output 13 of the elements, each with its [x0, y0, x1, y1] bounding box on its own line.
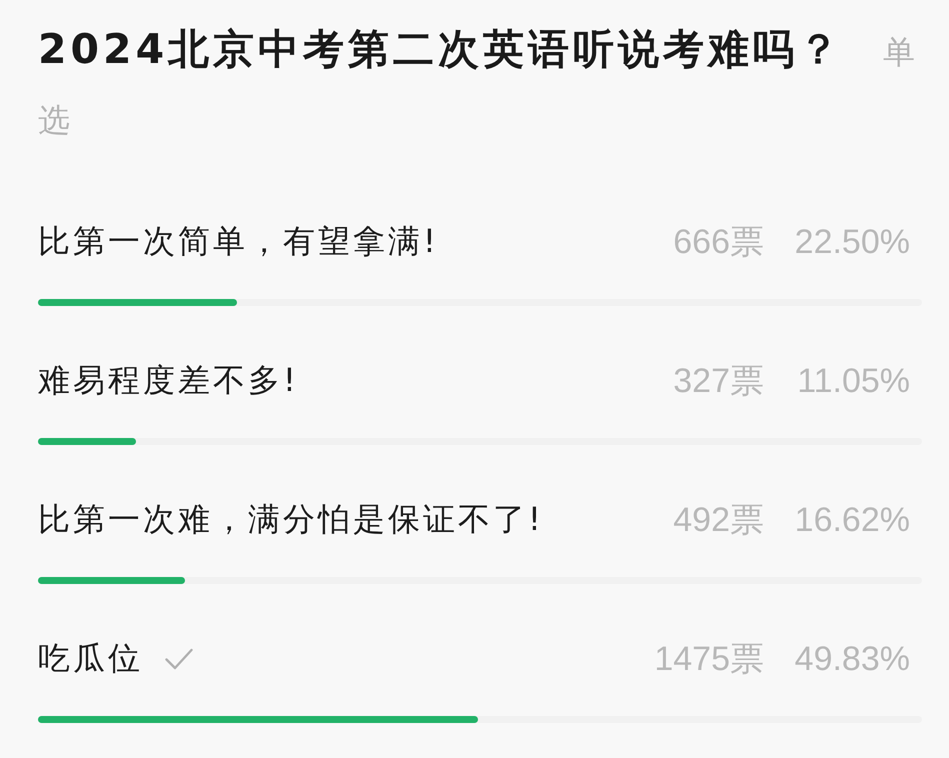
vote-count: 492票	[673, 500, 764, 541]
vote-percentage: 22.50%	[794, 222, 910, 262]
vote-percentage: 11.05%	[796, 362, 910, 400]
option-label[interactable]: 吃瓜位	[38, 637, 143, 681]
vote-percentage: 16.62%	[794, 500, 910, 540]
option-label[interactable]: 难易程度差不多!	[38, 359, 299, 403]
poll-title: 2024北京中考第二次英语听说考难吗？ 单选	[38, 24, 916, 141]
vote-count: 1475票	[654, 639, 764, 680]
vote-count: 327票	[673, 361, 764, 402]
option-label[interactable]: 比第一次简单，有望拿满!	[38, 220, 439, 264]
vote-count: 666票	[673, 222, 764, 263]
option-label[interactable]: 比第一次难，满分怕是保证不了!	[38, 498, 544, 542]
vote-percentage: 49.83%	[794, 640, 910, 678]
